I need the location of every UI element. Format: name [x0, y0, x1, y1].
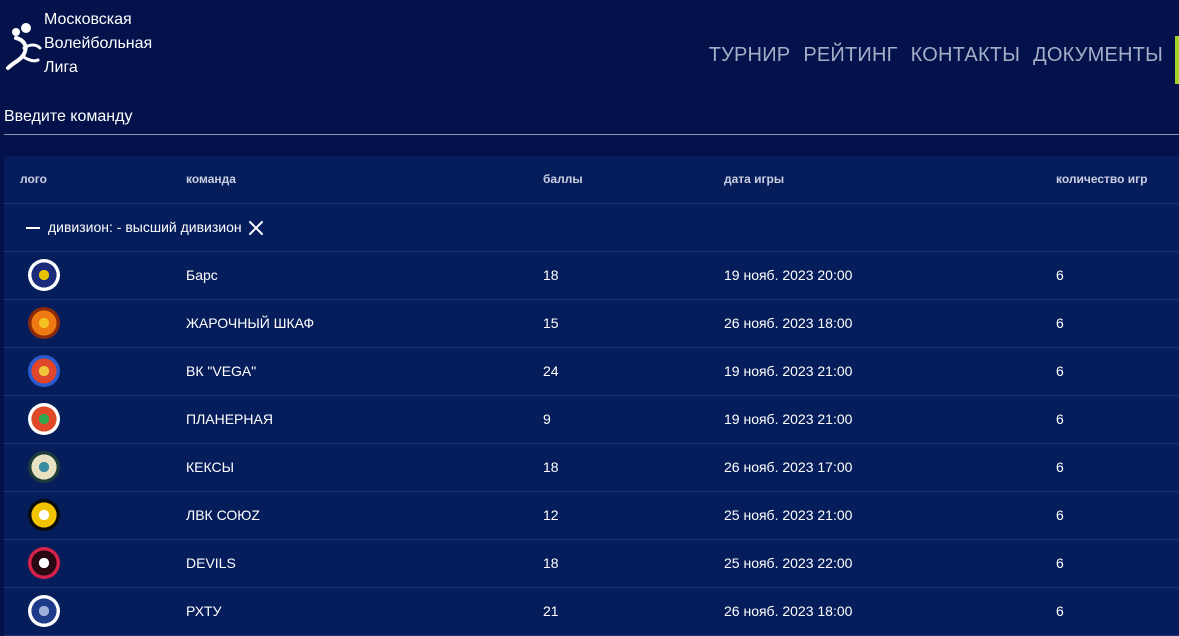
games-count: 6 [1056, 507, 1064, 523]
brand-line-3: Лига [44, 59, 78, 76]
team-points: 18 [543, 459, 559, 475]
games-count: 6 [1056, 363, 1064, 379]
game-date: 26 нояб. 2023 18:00 [724, 603, 853, 619]
game-date: 25 нояб. 2023 22:00 [724, 555, 853, 571]
rating-table: лого команда баллы дата игры количество … [4, 156, 1179, 636]
table-row[interactable]: ЖАРОЧНЫЙ ШКАФ 15 26 нояб. 2023 18:00 6 [4, 300, 1179, 348]
game-date: 19 нояб. 2023 21:00 [724, 363, 853, 379]
games-count: 6 [1056, 459, 1064, 475]
team-name: ЖАРОЧНЫЙ ШКАФ [186, 315, 315, 331]
team-points: 21 [543, 603, 559, 619]
team-points: 24 [543, 363, 559, 379]
table-row[interactable]: КЕКСЫ 18 26 нояб. 2023 17:00 6 [4, 444, 1179, 492]
team-name: Барс [186, 267, 218, 283]
fire-team-logo-icon [28, 307, 60, 339]
team-name: ПЛАНЕРНАЯ [186, 411, 273, 427]
game-date: 19 нояб. 2023 20:00 [724, 267, 853, 283]
column-header-points[interactable]: баллы [543, 156, 583, 203]
nav-rating[interactable]: РЕЙТИНГ [803, 44, 897, 67]
nav-contacts[interactable]: КОНТАКТЫ [911, 44, 1021, 67]
team-name: ВК "VEGA" [186, 363, 257, 379]
nav-tournament[interactable]: ТУРНИР [709, 44, 791, 67]
brand-line-1: Московская [44, 11, 132, 28]
site-header: Московская Волейбольная Лига ТУРНИР РЕЙТ… [0, 0, 1179, 96]
team-points: 18 [543, 267, 559, 283]
game-date: 26 нояб. 2023 17:00 [724, 459, 853, 475]
table-row[interactable]: ВК "VEGA" 24 19 нояб. 2023 21:00 6 [4, 348, 1179, 396]
team-name: РХТУ [186, 603, 222, 619]
games-count: 6 [1056, 267, 1064, 283]
planernaya-team-logo-icon [28, 403, 60, 435]
games-count: 6 [1056, 555, 1064, 571]
volleyball-player-logo-icon [6, 23, 42, 70]
team-name: КЕКСЫ [186, 459, 234, 475]
column-header-date[interactable]: дата игры [724, 156, 784, 203]
games-count: 6 [1056, 603, 1064, 619]
team-name: ЛВК СОЮZ [186, 507, 260, 523]
team-points: 15 [543, 315, 559, 331]
division-group-row[interactable]: дивизион: - высший дивизион [4, 204, 1179, 252]
team-name: DEVILS [186, 555, 236, 571]
nav-documents[interactable]: ДОКУМЕНТЫ [1033, 44, 1163, 67]
rhtu-team-logo-icon [28, 595, 60, 627]
collapse-icon[interactable] [26, 226, 40, 229]
main-nav: ТУРНИР РЕЙТИНГ КОНТАКТЫ ДОКУМЕНТЫ [696, 44, 1163, 67]
team-points: 9 [543, 411, 551, 427]
table-header-row: лого команда баллы дата игры количество … [4, 156, 1179, 204]
games-count: 6 [1056, 411, 1064, 427]
team-search-input[interactable] [4, 104, 1179, 126]
soyuz-team-logo-icon [28, 499, 60, 531]
game-date: 26 нояб. 2023 18:00 [724, 315, 853, 331]
table-row[interactable]: ЛВК СОЮZ 12 25 нояб. 2023 21:00 6 [4, 492, 1179, 540]
keksy-team-logo-icon [28, 451, 60, 483]
game-date: 19 нояб. 2023 21:00 [724, 411, 853, 427]
column-header-games[interactable]: количество игр [1056, 156, 1148, 203]
nav-accent-bar [1175, 36, 1179, 84]
games-count: 6 [1056, 315, 1064, 331]
table-row[interactable]: ПЛАНЕРНАЯ 9 19 нояб. 2023 21:00 6 [4, 396, 1179, 444]
team-points: 18 [543, 555, 559, 571]
devils-team-logo-icon [28, 547, 60, 579]
bars-team-logo-icon [28, 259, 60, 291]
team-points: 12 [543, 507, 559, 523]
table-body: Барс 18 19 нояб. 2023 20:00 6 ЖАРОЧНЫЙ ШКАФ 1… [4, 252, 1179, 636]
close-icon[interactable] [248, 220, 264, 236]
brand-line-2: Волейбольная [44, 35, 153, 52]
column-header-team[interactable]: команда [186, 156, 236, 203]
table-row[interactable]: Барс 18 19 нояб. 2023 20:00 6 [4, 252, 1179, 300]
brand[interactable]: Московская Волейбольная Лига [4, 8, 152, 80]
brand-name: Московская Волейбольная Лига [44, 8, 152, 80]
team-search [4, 104, 1179, 135]
division-group-label: дивизион: - высший дивизион [48, 219, 242, 235]
table-row[interactable]: РХТУ 21 26 нояб. 2023 18:00 6 [4, 588, 1179, 636]
division-group: дивизион: - высший дивизион [26, 204, 264, 251]
column-header-logo[interactable]: лого [20, 156, 47, 203]
game-date: 25 нояб. 2023 21:00 [724, 507, 853, 523]
vega-team-logo-icon [28, 355, 60, 387]
table-row[interactable]: DEVILS 18 25 нояб. 2023 22:00 6 [4, 540, 1179, 588]
